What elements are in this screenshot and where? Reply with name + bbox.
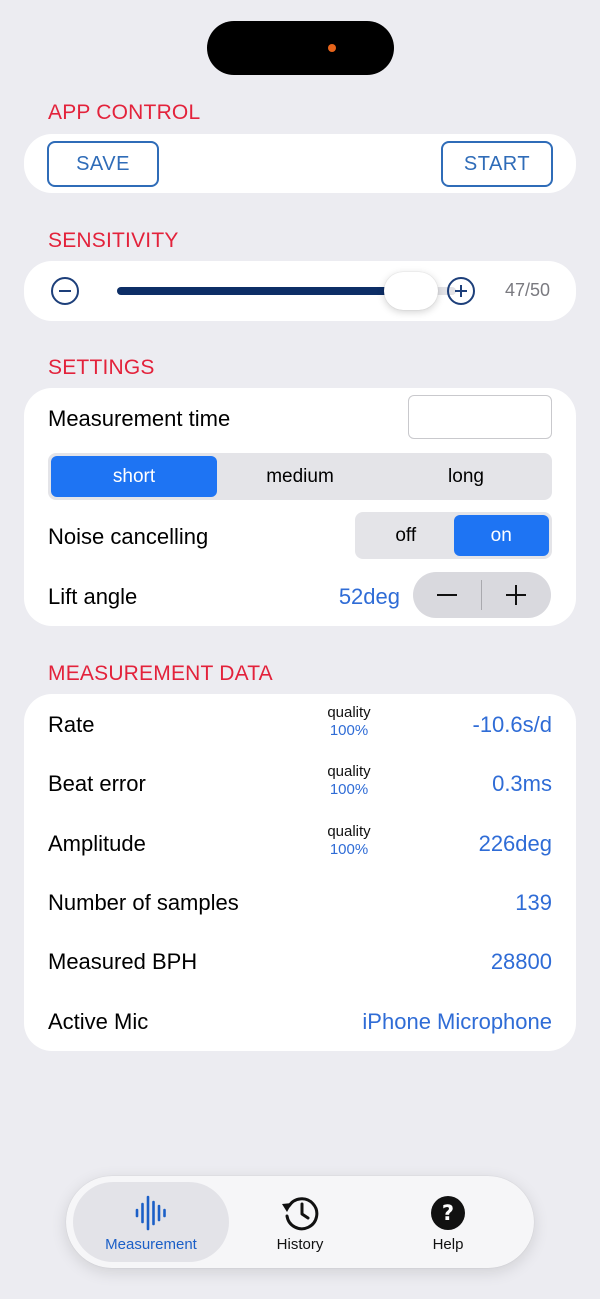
noise-cancelling-label: Noise cancelling <box>48 524 209 549</box>
quality-value: 100% <box>329 841 369 858</box>
rate-quality: quality 100% <box>299 704 399 739</box>
app-control-card: SAVE START <box>24 134 576 193</box>
tab-help-label: Help <box>432 1236 464 1253</box>
measurement-time-label: Measurement time <box>48 406 231 431</box>
section-header-app-control: APP CONTROL <box>48 101 201 124</box>
settings-card: Measurement time short medium long Noise… <box>24 388 576 626</box>
measured-bph-value: 28800 <box>490 949 552 974</box>
lift-angle-increment-button[interactable] <box>482 572 551 618</box>
amplitude-label: Amplitude <box>48 831 146 856</box>
app-screen: APP CONTROL SAVE START SENSITIVITY 47/50… <box>0 0 600 1299</box>
start-button[interactable]: START <box>441 141 553 187</box>
tab-history-label: History <box>276 1236 324 1253</box>
segment-medium[interactable]: medium <box>217 456 383 497</box>
section-header-settings: SETTINGS <box>48 356 155 379</box>
tab-bar: Measurement History ? Help <box>66 1176 534 1268</box>
noise-cancelling-segmented-control: off on <box>355 512 552 559</box>
beat-error-label: Beat error <box>48 771 146 796</box>
sensitivity-value-label: 47/50 <box>504 280 550 300</box>
section-header-measurement-data: MEASUREMENT DATA <box>48 662 273 685</box>
question-circle-icon: ? <box>430 1194 466 1232</box>
segment-long[interactable]: long <box>383 456 549 497</box>
measurement-data-card: Rate quality 100% -10.6s/d Beat error qu… <box>24 694 576 1051</box>
clock-history-icon <box>280 1194 320 1232</box>
camera-indicator-dot <box>328 44 336 52</box>
segment-on[interactable]: on <box>453 515 549 556</box>
quality-label: quality <box>327 823 371 840</box>
measurement-time-segmented-control: short medium long <box>48 453 552 500</box>
number-of-samples-value: 139 <box>515 890 552 915</box>
rate-label: Rate <box>48 712 95 737</box>
dynamic-island <box>207 21 394 75</box>
sensitivity-card: 47/50 <box>24 261 576 321</box>
lift-angle-value: 52deg <box>338 584 400 609</box>
increase-sensitivity-button[interactable] <box>447 277 475 305</box>
measured-bph-label: Measured BPH <box>48 949 198 974</box>
quality-label: quality <box>327 763 371 780</box>
beat-error-value: 0.3ms <box>492 771 552 796</box>
quality-value: 100% <box>329 781 369 798</box>
lift-angle-decrement-button[interactable] <box>413 572 481 618</box>
tab-measurement[interactable]: Measurement <box>73 1182 229 1262</box>
tab-measurement-label: Measurement <box>105 1236 197 1253</box>
waveform-icon <box>134 1194 168 1232</box>
quality-value: 100% <box>329 722 369 739</box>
lift-angle-stepper <box>413 572 551 618</box>
beat-error-quality: quality 100% <box>299 763 399 798</box>
sensitivity-slider-thumb[interactable] <box>384 272 438 310</box>
segment-off[interactable]: off <box>358 515 454 556</box>
amplitude-quality: quality 100% <box>299 823 399 858</box>
measurement-time-field[interactable] <box>408 395 552 439</box>
quality-label: quality <box>327 704 371 721</box>
amplitude-value: 226deg <box>478 831 552 856</box>
section-header-sensitivity: SENSITIVITY <box>48 229 179 252</box>
svg-text:?: ? <box>442 1201 454 1225</box>
tab-history[interactable]: History <box>222 1182 378 1262</box>
tab-help[interactable]: ? Help <box>370 1182 526 1262</box>
lift-angle-label: Lift angle <box>48 584 138 609</box>
save-button[interactable]: SAVE <box>47 141 159 187</box>
segment-short[interactable]: short <box>51 456 217 497</box>
rate-value: -10.6s/d <box>472 712 553 737</box>
decrease-sensitivity-button[interactable] <box>51 277 79 305</box>
number-of-samples-label: Number of samples <box>48 890 239 915</box>
active-mic-value: iPhone Microphone <box>362 1009 552 1034</box>
active-mic-label: Active Mic <box>48 1009 149 1034</box>
sensitivity-slider-fill <box>117 287 391 295</box>
